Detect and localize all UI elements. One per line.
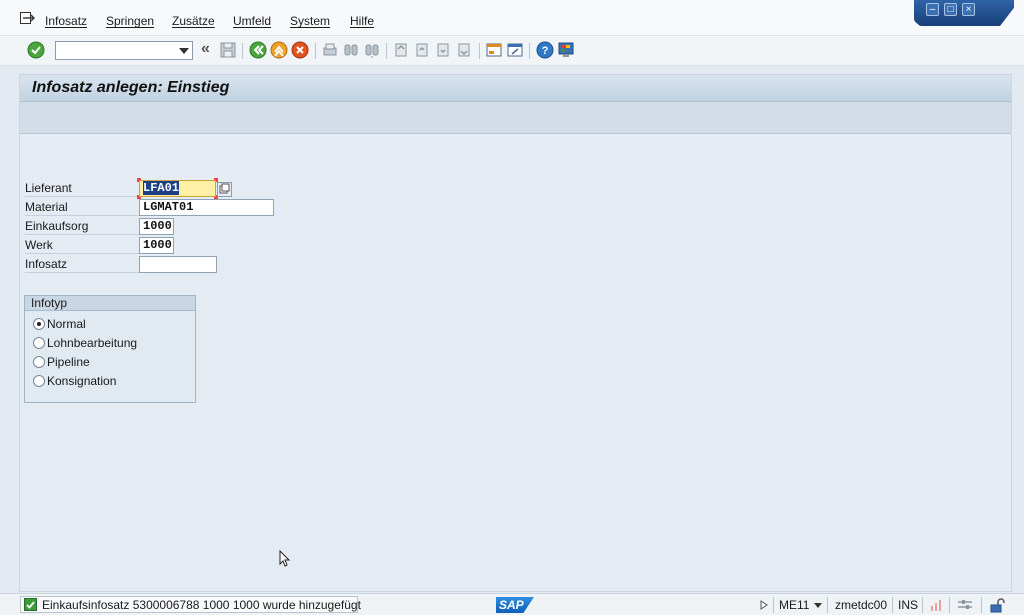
label-infosatz: Infosatz bbox=[25, 255, 140, 273]
statusbar-separator bbox=[981, 597, 982, 613]
status-message-text: Einkaufsinfosatz 5300006788 1000 1000 wu… bbox=[42, 598, 361, 612]
performance-icon[interactable] bbox=[929, 598, 943, 612]
radio-label: Pipeline bbox=[47, 355, 90, 369]
success-icon bbox=[24, 598, 37, 611]
label-einkaufsorg: Einkaufsorg bbox=[25, 217, 140, 235]
new-session-icon[interactable] bbox=[485, 41, 503, 59]
main-screen: Infosatz anlegen: Einstieg Lieferant LFA… bbox=[19, 74, 1012, 592]
radio-label: Konsignation bbox=[47, 374, 117, 388]
menu-infosatz[interactable]: Infosatz bbox=[45, 14, 87, 28]
previous-page-icon[interactable] bbox=[413, 41, 431, 59]
lock-icon[interactable] bbox=[989, 597, 1005, 613]
radio-label: Lohnbearbeitung bbox=[47, 336, 138, 350]
label-werk: Werk bbox=[25, 236, 140, 254]
menu-icon[interactable] bbox=[20, 12, 35, 24]
close-button[interactable]: × bbox=[962, 3, 975, 16]
customize-layout-icon[interactable] bbox=[557, 41, 575, 59]
value-help-button[interactable] bbox=[217, 182, 232, 197]
einkaufsorg-field[interactable]: 1000 bbox=[139, 218, 174, 235]
radio-button[interactable] bbox=[33, 356, 45, 368]
transaction-code[interactable]: ME11 bbox=[779, 598, 809, 612]
focus-corner bbox=[137, 178, 141, 182]
menu-zusaetze[interactable]: Zusätze bbox=[172, 14, 215, 28]
toolbar-separator bbox=[242, 43, 243, 59]
status-bar: Einkaufsinfosatz 5300006788 1000 1000 wu… bbox=[0, 593, 1024, 615]
statusbar-separator bbox=[773, 597, 774, 613]
lieferant-field[interactable]: LFA01 bbox=[139, 180, 216, 197]
infotyp-group: Infotyp Normal Lohnbearbeitung Pipeline … bbox=[24, 295, 196, 403]
back-icon[interactable] bbox=[249, 41, 267, 59]
value-help-icon bbox=[219, 183, 230, 194]
last-page-icon[interactable] bbox=[455, 41, 473, 59]
menu-bar: Infosatz Springen Zusätze Umfeld System … bbox=[0, 0, 1024, 36]
label-material: Material bbox=[25, 198, 140, 216]
create-shortcut-icon[interactable] bbox=[506, 41, 524, 59]
menu-springen[interactable]: Springen bbox=[106, 14, 154, 28]
back-history-icon[interactable]: « bbox=[201, 41, 219, 59]
exit-icon[interactable] bbox=[270, 41, 288, 59]
enter-icon[interactable] bbox=[27, 41, 45, 59]
minimize-button[interactable]: – bbox=[926, 3, 939, 16]
standard-toolbar: « ? bbox=[0, 36, 1024, 66]
radio-button[interactable] bbox=[33, 375, 45, 387]
toolbar-separator bbox=[479, 43, 480, 59]
statusbar-separator bbox=[922, 597, 923, 613]
lieferant-value: LFA01 bbox=[143, 181, 180, 195]
maximize-button[interactable]: □ bbox=[944, 3, 957, 16]
server-name: zmetdc00 bbox=[835, 598, 888, 612]
radio-button[interactable] bbox=[33, 337, 45, 349]
label-lieferant: Lieferant bbox=[25, 179, 140, 197]
menu-hilfe[interactable]: Hilfe bbox=[350, 14, 374, 28]
chevron-down-icon[interactable] bbox=[179, 48, 189, 54]
command-field[interactable] bbox=[55, 41, 193, 60]
infotyp-group-title: Infotyp bbox=[25, 296, 195, 311]
connection-icon[interactable] bbox=[957, 598, 973, 612]
mouse-cursor-icon bbox=[279, 550, 291, 567]
radio-label: Normal bbox=[47, 317, 86, 331]
save-icon[interactable] bbox=[219, 41, 237, 59]
print-icon[interactable] bbox=[321, 41, 339, 59]
next-page-icon[interactable] bbox=[434, 41, 452, 59]
statusbar-separator bbox=[892, 597, 893, 613]
command-input[interactable] bbox=[56, 42, 174, 59]
toolbar-separator bbox=[315, 43, 316, 59]
chevron-down-icon[interactable] bbox=[814, 603, 822, 608]
toolbar-separator bbox=[529, 43, 530, 59]
menu-system[interactable]: System bbox=[290, 14, 330, 28]
screen-title-bar: Infosatz anlegen: Einstieg bbox=[20, 75, 1011, 102]
status-expand-icon[interactable] bbox=[760, 600, 768, 610]
werk-field[interactable]: 1000 bbox=[139, 237, 174, 254]
page-title: Infosatz anlegen: Einstieg bbox=[32, 79, 230, 96]
cancel-icon[interactable] bbox=[291, 41, 309, 59]
application-toolbar bbox=[20, 102, 1011, 134]
find-next-icon[interactable] bbox=[363, 41, 381, 59]
window-controls: – □ × bbox=[914, 0, 1014, 26]
statusbar-separator bbox=[827, 597, 828, 613]
toolbar-separator bbox=[386, 43, 387, 59]
status-message[interactable]: Einkaufsinfosatz 5300006788 1000 1000 wu… bbox=[20, 596, 361, 613]
radio-button-selected[interactable] bbox=[33, 318, 45, 330]
sap-logo: SAP bbox=[496, 597, 534, 613]
statusbar-separator bbox=[949, 597, 950, 613]
first-page-icon[interactable] bbox=[392, 41, 410, 59]
insert-mode[interactable]: INS bbox=[898, 598, 918, 612]
find-icon[interactable] bbox=[342, 41, 360, 59]
menu-umfeld[interactable]: Umfeld bbox=[233, 14, 271, 28]
help-icon[interactable]: ? bbox=[536, 41, 554, 59]
infosatz-field[interactable] bbox=[139, 256, 217, 273]
svg-text:?: ? bbox=[542, 45, 549, 57]
material-field[interactable]: LGMAT01 bbox=[139, 199, 274, 216]
